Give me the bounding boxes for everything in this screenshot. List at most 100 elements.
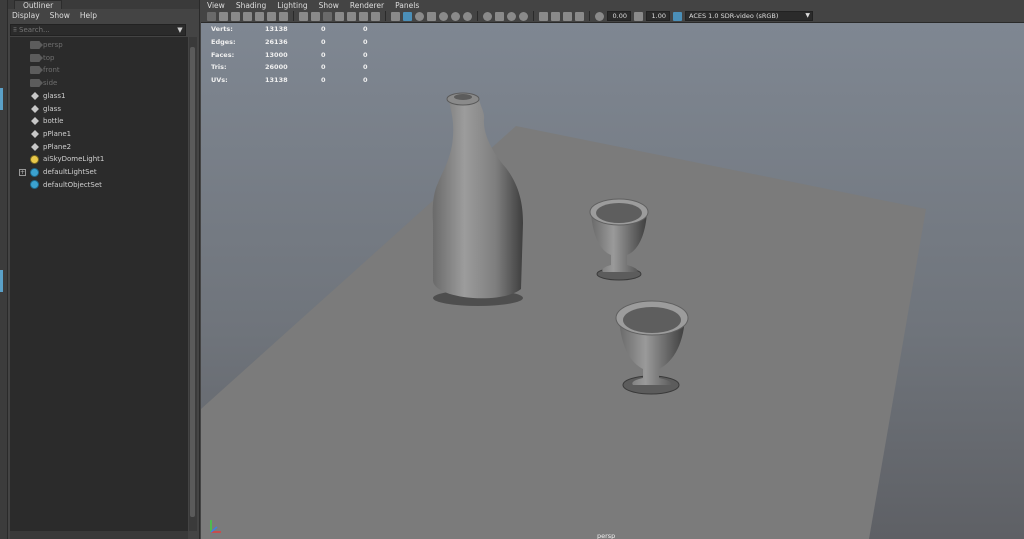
wireframe-on-shaded-icon[interactable]	[427, 11, 436, 21]
hud-label: Verts:	[211, 25, 233, 33]
hud-value: 0	[363, 37, 368, 46]
menu-help[interactable]: Help	[80, 11, 97, 20]
outliner-item-glass1[interactable]: glass1	[10, 90, 188, 102]
hud-label: UVs:	[211, 76, 228, 85]
bottle-model	[432, 92, 523, 306]
menu-renderer[interactable]: Renderer	[350, 1, 384, 10]
hud-value: 0	[321, 63, 326, 72]
edge-marker	[0, 270, 3, 292]
exposure-icon[interactable]	[595, 11, 604, 21]
menu-lighting[interactable]: Lighting	[277, 1, 307, 10]
hud-row-verts: Verts: 13138 0 0	[211, 25, 381, 38]
grid-icon[interactable]	[299, 11, 308, 21]
xray-joints-icon[interactable]	[575, 11, 584, 21]
toolbar-separator	[589, 11, 590, 21]
toolbar-separator	[293, 11, 294, 21]
select-camera-icon[interactable]	[207, 11, 216, 21]
gamma-field[interactable]: 1.00	[646, 11, 670, 21]
outliner-item-pplane1[interactable]: pPlane1	[10, 128, 188, 140]
hud-row-tris: Tris: 26000 0 0	[211, 63, 381, 76]
grease-pencil-icon[interactable]	[279, 11, 288, 21]
outliner-item-label: pPlane1	[43, 129, 72, 138]
outliner-item-persp[interactable]: persp	[10, 39, 188, 51]
hud-row-faces: Faces: 13000 0 0	[211, 51, 381, 64]
hud-value: 0	[363, 76, 368, 85]
smooth-shade-icon[interactable]	[403, 11, 412, 21]
search-options-icon[interactable]: ▼	[175, 26, 185, 34]
outliner-item-pplane2[interactable]: pPlane2	[10, 141, 188, 153]
camera-icon	[30, 53, 43, 62]
scene-render	[201, 92, 926, 539]
outliner-item-side[interactable]: side	[10, 77, 188, 89]
two-d-pan-icon[interactable]	[267, 11, 276, 21]
resolution-gate-icon[interactable]	[323, 11, 332, 21]
menu-shading[interactable]: Shading	[236, 1, 266, 10]
screen-space-ao-icon[interactable]	[483, 11, 492, 21]
use-all-lights-icon[interactable]	[451, 11, 460, 21]
toolbar-separator	[477, 11, 478, 21]
hud-label: Tris:	[211, 63, 227, 72]
gate-mask-icon[interactable]	[335, 11, 344, 21]
mesh-icon	[31, 91, 39, 100]
outliner-item-bottle[interactable]: bottle	[10, 115, 188, 127]
shadows-icon[interactable]	[463, 11, 472, 21]
hud-value: 26136	[265, 37, 288, 46]
tab-outliner[interactable]: Outliner	[14, 0, 63, 10]
ground-plane	[201, 126, 926, 539]
xray-icon[interactable]	[551, 11, 560, 21]
outliner-item-skydome-light[interactable]: aiSkyDomeLight1	[10, 153, 188, 165]
3d-viewport[interactable]: Verts: 13138 0 0 Edges: 26136 0 0 Faces:…	[201, 23, 1024, 539]
outliner-item-label: glass	[43, 104, 61, 113]
film-gate-icon[interactable]	[311, 11, 320, 21]
outliner-item-top[interactable]: top	[10, 52, 188, 64]
color-space-select[interactable]: ACES 1.0 SDR-video (sRGB) ▼	[685, 11, 813, 21]
wireframe-icon[interactable]	[391, 11, 400, 21]
bookmark-icon[interactable]	[231, 11, 240, 21]
camera-attributes-icon[interactable]	[219, 11, 228, 21]
mesh-icon	[31, 104, 39, 113]
viewport-panel: View Shading Lighting Show Renderer Pane…	[201, 0, 1024, 539]
outliner-item-label: bottle	[43, 117, 64, 126]
outliner-item-front[interactable]: front	[10, 64, 188, 76]
image-plane-icon[interactable]	[243, 11, 252, 21]
search-input[interactable]	[19, 25, 175, 35]
safe-action-icon[interactable]	[359, 11, 368, 21]
outliner-item-default-light-set[interactable]: + defaultLightSet	[10, 166, 188, 178]
menu-show[interactable]: Show	[50, 11, 70, 20]
safe-title-icon[interactable]	[371, 11, 380, 21]
outliner-item-glass[interactable]: glass	[10, 103, 188, 115]
flag-icon[interactable]	[255, 11, 264, 21]
textured-icon[interactable]	[439, 11, 448, 21]
depth-of-field-icon[interactable]	[519, 11, 528, 21]
outliner-horizontal-scrollbar[interactable]	[10, 531, 188, 539]
default-material-icon[interactable]	[415, 11, 424, 21]
chevron-down-icon: ▼	[805, 12, 810, 19]
field-chart-icon[interactable]	[347, 11, 356, 21]
outliner-vertical-scrollbar[interactable]	[189, 37, 197, 531]
menu-display[interactable]: Display	[12, 11, 40, 20]
scrollbar-thumb[interactable]	[190, 47, 195, 517]
grip-icon: ⠿	[12, 26, 18, 34]
mesh-icon	[31, 117, 39, 126]
multisample-aa-icon[interactable]	[507, 11, 516, 21]
isolate-select-icon[interactable]	[539, 11, 548, 21]
axis-gizmo-icon	[210, 520, 221, 533]
exposure-field[interactable]: 0.00	[607, 11, 631, 21]
gamma-icon[interactable]	[634, 11, 643, 21]
outliner-search-bar: ⠿ ▼	[10, 24, 186, 36]
view-transform-icon[interactable]	[673, 11, 682, 21]
hud-value: 0	[321, 50, 326, 59]
edge-marker	[0, 88, 3, 110]
motion-blur-icon[interactable]	[495, 11, 504, 21]
set-icon	[30, 167, 39, 177]
hud-row-edges: Edges: 26136 0 0	[211, 38, 381, 51]
expand-icon[interactable]: +	[19, 168, 26, 176]
xray-active-components-icon[interactable]	[563, 11, 572, 21]
outliner-menubar: Display Show Help	[8, 9, 199, 22]
menu-view[interactable]: View	[207, 1, 225, 10]
menu-panels[interactable]: Panels	[395, 1, 419, 10]
menu-show[interactable]: Show	[319, 1, 339, 10]
outliner-item-label: glass1	[43, 91, 66, 100]
toolbar-separator	[385, 11, 386, 21]
outliner-item-default-object-set[interactable]: defaultObjectSet	[10, 179, 188, 191]
